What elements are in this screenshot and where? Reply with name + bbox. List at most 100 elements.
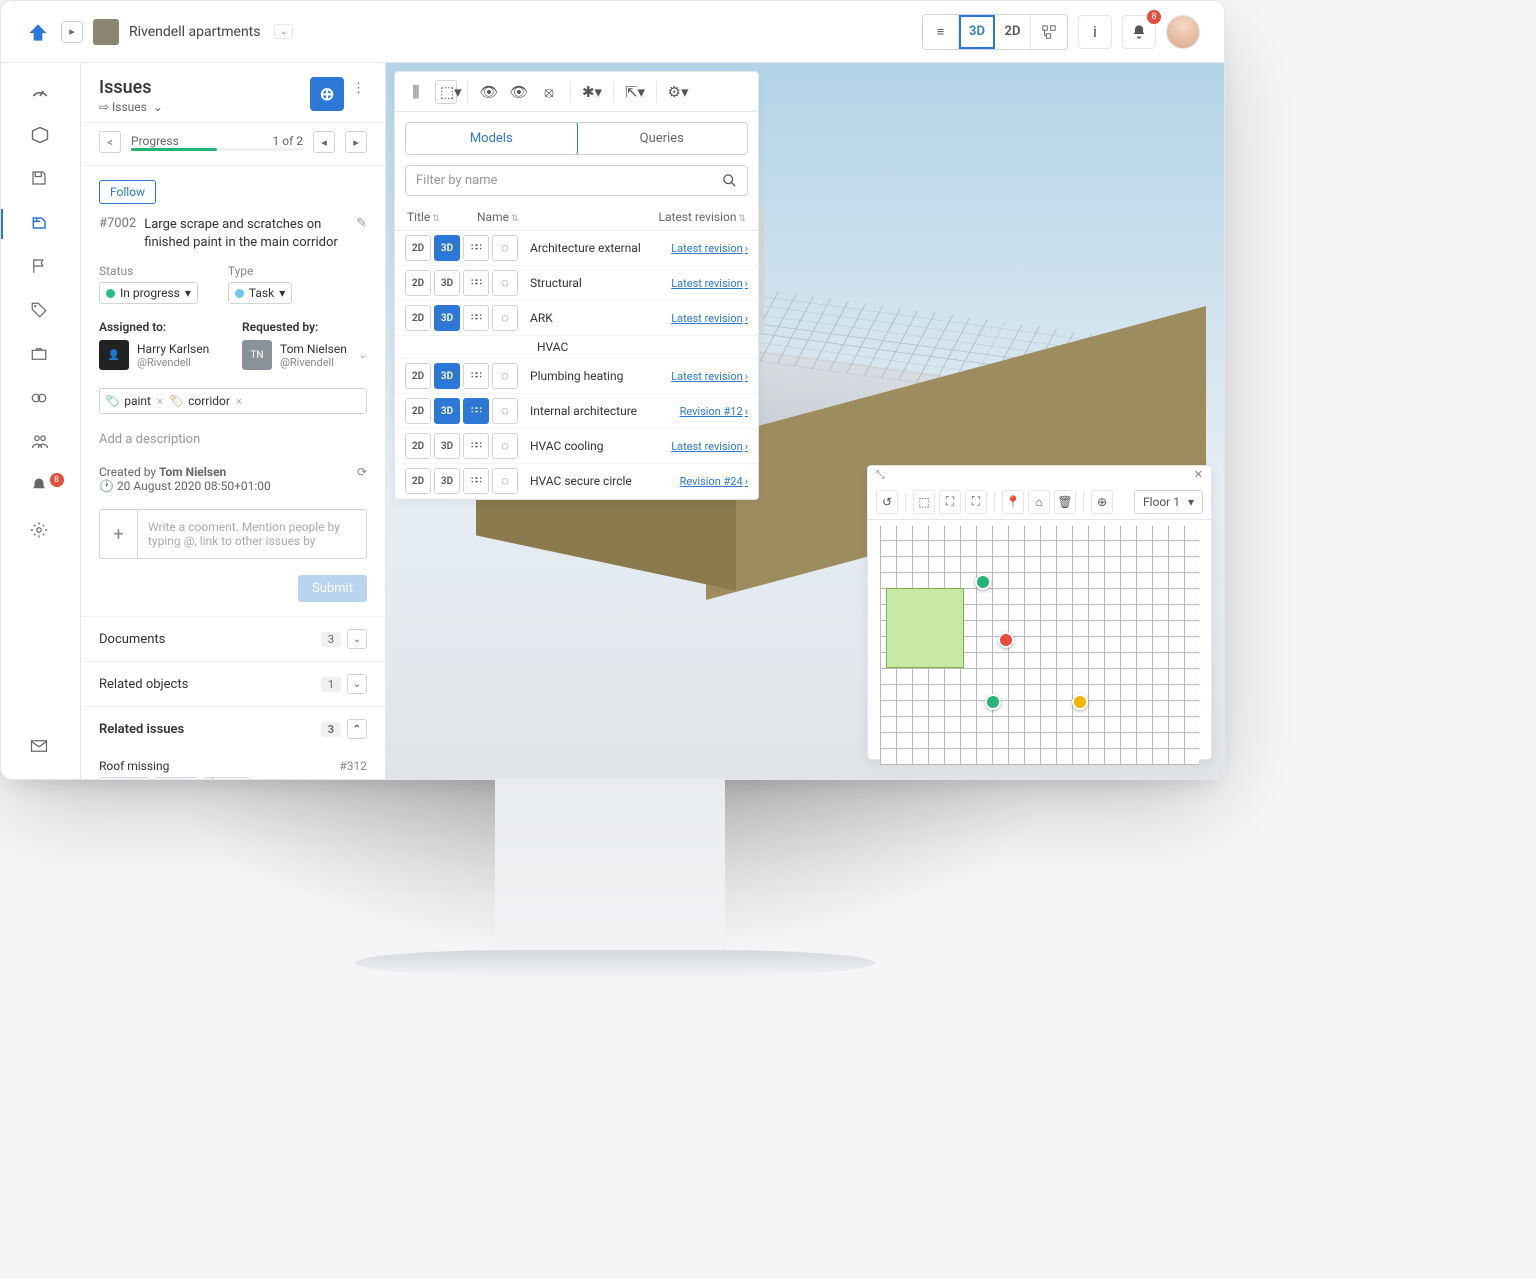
model-target-button[interactable]	[492, 363, 518, 389]
history-icon[interactable]: ⟳	[357, 465, 367, 493]
map-marker-yellow[interactable]	[1072, 694, 1088, 710]
target-icon[interactable]: ⊕	[1091, 490, 1113, 514]
section-documents[interactable]: Documents 3 ⌄	[81, 616, 385, 661]
status-pill[interactable]: In progress ▾	[99, 282, 198, 304]
follow-button[interactable]: Follow	[99, 180, 156, 204]
model-target-button[interactable]	[492, 270, 518, 296]
nav-save-icon[interactable]	[30, 169, 52, 191]
model-row[interactable]: 2D 3D HVAC cooling Latest revision	[395, 429, 758, 464]
notifications-button[interactable]: 8	[1122, 15, 1156, 49]
map-marker-green[interactable]	[985, 694, 1001, 710]
nav-settings-icon[interactable]	[30, 521, 52, 543]
filter-input[interactable]: Filter by name	[405, 165, 748, 196]
export-icon[interactable]: ⇱▾	[624, 83, 646, 101]
type-pill[interactable]: Task ▾	[228, 282, 292, 304]
nav-link-icon[interactable]	[30, 389, 52, 411]
comment-input[interactable]: Write a cooment. Mention people by typin…	[138, 510, 366, 558]
map-marker-green[interactable]	[975, 574, 991, 590]
revision-link[interactable]: Latest revision	[671, 277, 748, 290]
panel-menu-button[interactable]: ⋮	[350, 77, 367, 100]
revision-link[interactable]: Revision #24	[680, 475, 748, 488]
model-grid-button[interactable]	[463, 305, 489, 331]
revision-link[interactable]: Revision #12	[680, 405, 748, 418]
map-marker-red[interactable]	[998, 632, 1014, 648]
pin-icon[interactable]: 📍	[1002, 490, 1024, 514]
revision-link[interactable]: Latest revision	[671, 370, 748, 383]
recenter-icon[interactable]: ✱▾	[581, 83, 603, 101]
tab-models[interactable]: Models	[405, 122, 578, 155]
crop1-icon[interactable]: ⬚	[913, 490, 935, 514]
hidden-icon[interactable]: ⦻	[538, 83, 560, 101]
settings-icon[interactable]: ⚙▾	[667, 83, 689, 101]
cube-icon[interactable]: ⬚▾	[435, 80, 457, 104]
eye-icon[interactable]: 👁	[478, 83, 500, 101]
model-grid-button[interactable]	[463, 433, 489, 459]
progress-back-button[interactable]: <	[99, 131, 121, 153]
view-tree-button[interactable]	[1031, 15, 1067, 49]
model-2d-button[interactable]: 2D	[405, 235, 431, 261]
project-chevron-icon[interactable]: ⌄	[274, 24, 292, 39]
scrollbar[interactable]	[759, 202, 764, 332]
model-row[interactable]: 2D 3D Architecture external Latest revis…	[395, 231, 758, 266]
nav-dashboard-icon[interactable]	[30, 81, 52, 103]
view-2d-button[interactable]: 2D	[995, 15, 1031, 49]
model-grid-button[interactable]	[463, 363, 489, 389]
model-row[interactable]: 2D 3D ARK Latest revision	[395, 301, 758, 336]
history-back-button[interactable]: ▸	[61, 21, 83, 43]
project-name[interactable]: Rivendell apartments	[129, 24, 260, 40]
model-grid-button[interactable]	[463, 398, 489, 424]
trash-icon[interactable]: 🗑	[1054, 490, 1076, 514]
model-grid-button[interactable]	[463, 468, 489, 494]
revision-link[interactable]: Latest revision	[671, 312, 748, 325]
info-button[interactable]: i	[1078, 15, 1112, 49]
nav-flag-icon[interactable]	[30, 257, 52, 279]
nav-box-icon[interactable]	[30, 125, 52, 147]
section-related-issues[interactable]: Related issues 3 ⌃	[81, 706, 385, 751]
nav-mail-icon[interactable]	[30, 739, 52, 761]
floorplan[interactable]	[880, 526, 1199, 765]
edit-title-button[interactable]: ✎	[356, 216, 367, 231]
3d-viewport[interactable]: ⫼ ⬚▾ 👁 👁 ⦻ ✱▾ ⇱▾ ⚙▾ Models	[386, 63, 1224, 780]
tab-queries[interactable]: Queries	[577, 123, 748, 154]
submit-button[interactable]: Submit	[298, 575, 367, 602]
model-2d-button[interactable]: 2D	[405, 305, 431, 331]
view-3d-button[interactable]: 3D	[959, 15, 995, 49]
nav-alerts-icon[interactable]: 8	[30, 477, 52, 499]
model-3d-button[interactable]: 3D	[434, 305, 460, 331]
nav-briefcase-icon[interactable]	[30, 345, 52, 367]
model-2d-button[interactable]: 2D	[405, 398, 431, 424]
model-2d-button[interactable]: 2D	[405, 468, 431, 494]
floor-selector[interactable]: Floor 1 ▾	[1134, 490, 1203, 514]
model-target-button[interactable]	[492, 305, 518, 331]
model-target-button[interactable]	[492, 433, 518, 459]
progress-next-button[interactable]: ▸	[345, 131, 367, 153]
model-3d-button[interactable]: 3D	[434, 235, 460, 261]
model-2d-button[interactable]: 2D	[405, 363, 431, 389]
model-2d-button[interactable]: 2D	[405, 270, 431, 296]
model-3d-button[interactable]: 3D	[434, 468, 460, 494]
model-3d-button[interactable]: 3D	[434, 270, 460, 296]
crop3-icon[interactable]: ⛶	[965, 490, 987, 514]
nav-team-icon[interactable]	[30, 433, 52, 455]
add-issue-button[interactable]: ⊕	[310, 77, 344, 111]
model-grid-button[interactable]	[463, 235, 489, 261]
assigned-person[interactable]: 👤 Harry Karlsen @Rivendell	[99, 340, 224, 370]
model-3d-button[interactable]: 3D	[434, 433, 460, 459]
model-target-button[interactable]	[492, 235, 518, 261]
user-avatar[interactable]	[1166, 15, 1200, 49]
nav-tag-icon[interactable]	[30, 301, 52, 323]
nav-issues-icon[interactable]	[30, 213, 52, 235]
model-3d-button[interactable]: 3D	[434, 363, 460, 389]
tag-corridor[interactable]: 🏷corridor×	[169, 394, 242, 408]
crop2-icon[interactable]: ⛶	[939, 490, 961, 514]
model-grid-button[interactable]	[463, 270, 489, 296]
model-3d-button[interactable]: 3D	[434, 398, 460, 424]
requested-person[interactable]: TN Tom Nielsen @Rivendell ⌄	[242, 340, 367, 370]
model-target-button[interactable]	[492, 398, 518, 424]
home-icon[interactable]: ⌂	[1028, 490, 1050, 514]
revision-link[interactable]: Latest revision	[671, 242, 748, 255]
eye-off-icon[interactable]: 👁	[508, 83, 530, 101]
related-issue-item[interactable]: Roof missing #312 Public Task 🏷roof	[81, 751, 385, 780]
tags-input[interactable]: 🏷paint× 🏷corridor×	[99, 388, 367, 414]
model-row[interactable]: 2D 3D Plumbing heating Latest revision	[395, 359, 758, 394]
